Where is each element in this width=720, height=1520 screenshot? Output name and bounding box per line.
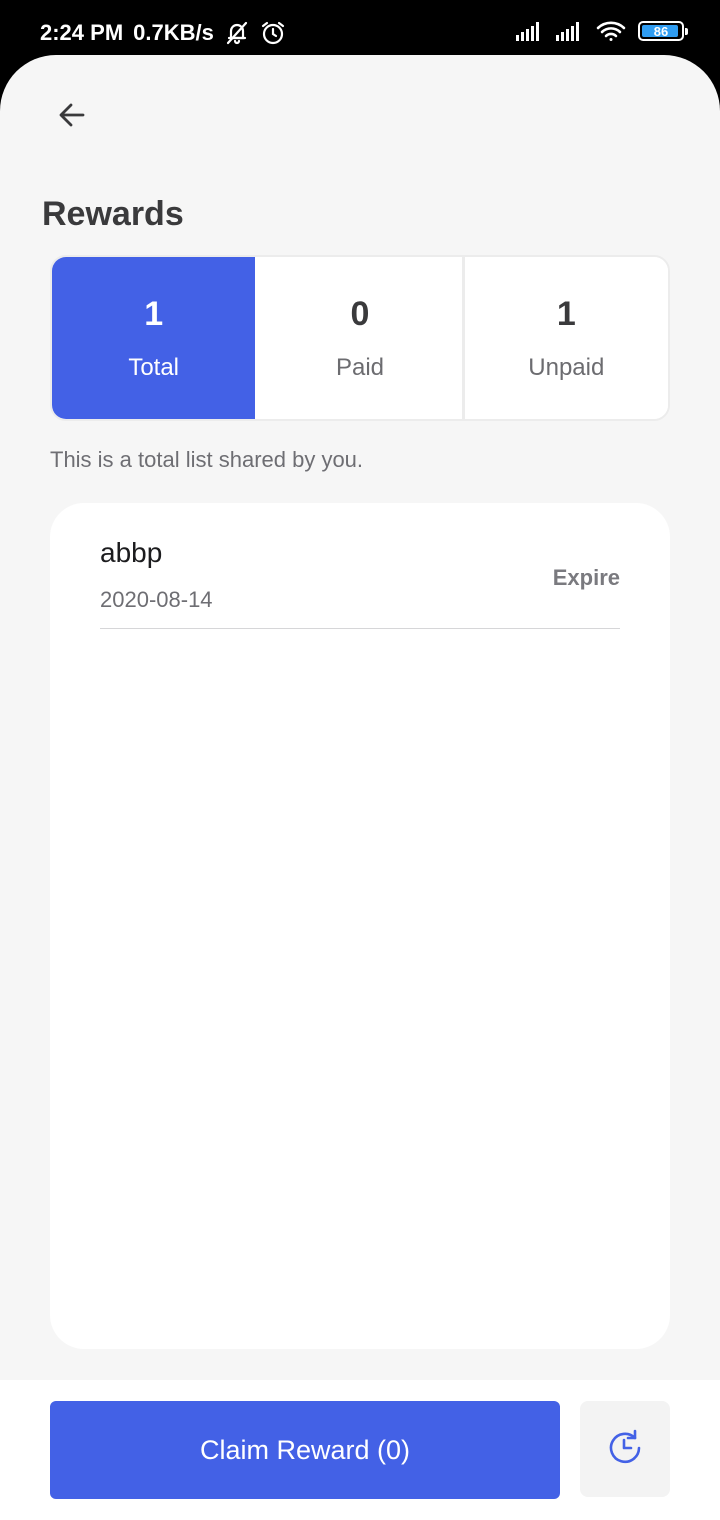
item-name: abbp	[100, 537, 163, 568]
status-right: 86	[516, 20, 688, 42]
arrow-left-icon	[56, 99, 88, 136]
notifications-off-icon	[224, 20, 250, 46]
status-time: 2:24 PM	[40, 20, 124, 45]
history-button[interactable]	[580, 1401, 670, 1497]
reward-list: abbp 2020-08-14 Expire	[50, 503, 670, 1349]
list-item[interactable]: abbp 2020-08-14 Expire	[100, 537, 620, 629]
status-net-speed: 0.7KB/s	[133, 20, 214, 45]
stat-total-value: 1	[144, 294, 164, 333]
page-title: Rewards	[42, 195, 184, 233]
bottom-bar: Claim Reward (0)	[0, 1380, 720, 1520]
wifi-icon	[596, 20, 626, 42]
alarm-icon	[260, 20, 286, 46]
signal-icon	[556, 21, 584, 41]
claim-reward-button[interactable]: Claim Reward (0)	[50, 1401, 560, 1499]
history-icon	[605, 1427, 645, 1472]
stat-unpaid-label: Unpaid	[528, 353, 605, 381]
status-bar: 2:24 PM 0.7KB/s 86	[0, 0, 720, 60]
battery-icon: 86	[638, 21, 688, 41]
back-button[interactable]	[46, 91, 98, 143]
stat-tab-total[interactable]: 1 Total	[52, 257, 259, 419]
item-status: Expire	[552, 565, 620, 590]
app-screen: Rewards 1 Total 0 Paid 1 Unpaid This is …	[0, 55, 720, 1520]
battery-level: 86	[653, 23, 669, 39]
stat-tab-unpaid[interactable]: 1 Unpaid	[464, 257, 668, 419]
list-caption: This is a total list shared by you.	[50, 447, 364, 472]
status-left: 2:24 PM 0.7KB/s	[40, 20, 286, 46]
item-date: 2020-08-14	[100, 587, 213, 612]
stat-unpaid-value: 1	[556, 294, 576, 333]
stats-tabs: 1 Total 0 Paid 1 Unpaid	[50, 255, 670, 421]
stat-paid-value: 0	[350, 294, 370, 333]
stat-paid-label: Paid	[335, 353, 385, 381]
stat-total-label: Total	[128, 353, 180, 381]
stat-tab-paid[interactable]: 0 Paid	[258, 257, 465, 419]
signal-icon	[516, 21, 544, 41]
